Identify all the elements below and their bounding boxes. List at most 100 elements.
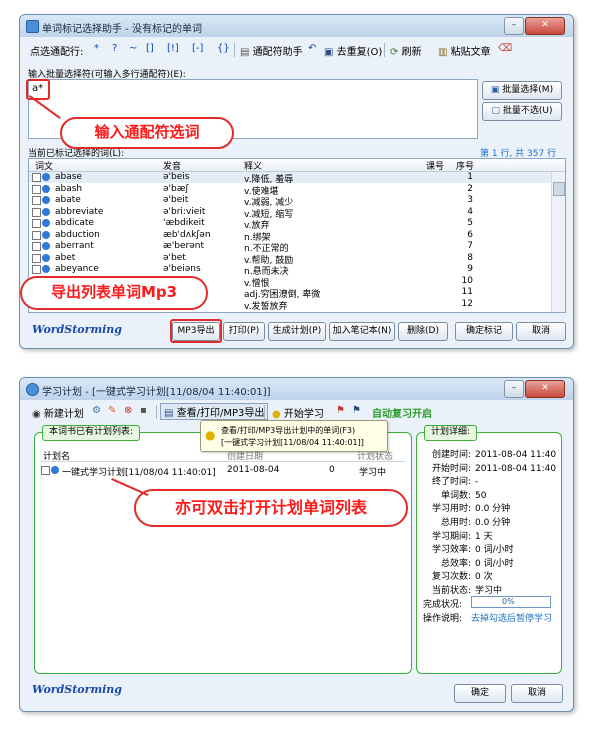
table-row[interactable]: abase ə'beis v.降低, 羞辱 1 (29, 172, 551, 185)
word-status-icon (42, 184, 50, 193)
cancel-button[interactable]: 取消 (516, 322, 566, 341)
table-row[interactable]: abate ə'beit v.减弱, 减少 3 (29, 195, 551, 208)
close-button[interactable]: ✕ (525, 17, 565, 35)
table-row[interactable]: aberrant æ'berənt n.不正常的 7 (29, 241, 551, 254)
tooltip-line-1: 查看/打印/MP3导出计划中的单词(F3) (221, 426, 356, 435)
add-notebook-button[interactable]: 加入笔记本(N) (329, 322, 395, 341)
row-index: 3 (467, 195, 473, 205)
list-header: 词文 发音 释义 课号 序号 (29, 159, 565, 172)
confirm-mark-button[interactable]: 确定标记 (455, 322, 513, 341)
flag-icon-2[interactable]: ⚑ (352, 405, 361, 416)
col-word[interactable]: 词文 (35, 159, 53, 172)
plan-name: 一键式学习计划[11/08/04 11:40:01] (62, 468, 216, 478)
wildcard-star[interactable]: * (94, 43, 99, 54)
col-index[interactable]: 序号 (456, 159, 474, 172)
row-index: 1 (467, 172, 473, 182)
plan-tool-icon-1[interactable]: ⚙ (92, 405, 101, 416)
cancel-button-2[interactable]: 取消 (511, 684, 563, 703)
row-word: abash (55, 183, 83, 194)
toolbar: 点选通配行: * ? ~ [] [!] [-] {} ▤ 通配符助手 ↶ ▣ 去… (26, 40, 566, 60)
table-row[interactable]: abeyance ə'beiəns n.悬而未决 9 (29, 264, 551, 277)
row-checkbox[interactable] (32, 207, 41, 217)
row-index: 2 (467, 183, 473, 194)
plan-status-icon (51, 466, 59, 474)
start-study-button[interactable]: ● 开始学习 (272, 405, 324, 420)
col-lesson[interactable]: 课号 (426, 159, 444, 172)
detail-row: 当前状态: 学习中 (423, 583, 502, 596)
row-phonetic: æ'berənt (163, 241, 205, 251)
minimize-button[interactable]: – (504, 17, 524, 35)
row-word: abate (55, 195, 81, 205)
plan-row[interactable]: 一键式学习计划[11/08/04 11:40:01] 2011-08-04 0 … (41, 465, 405, 478)
detail-row: 复习次数: 0 次 (423, 569, 493, 582)
generate-plan-button[interactable]: 生成计划(P) (268, 322, 326, 341)
title-bar-2[interactable]: 学习计划 - [一键式学习计划[11/08/04 11:40:01]] – ✕ (20, 378, 573, 400)
table-row[interactable]: abduction æb'dʌkʃən n.绑架 6 (29, 229, 551, 243)
new-plan-button[interactable]: ◉ 新建计划 (32, 405, 84, 420)
flag-icon-1[interactable]: ⚑ (336, 405, 345, 416)
table-row[interactable]: abet ə'bet v.帮助, 鼓励 8 (29, 253, 551, 266)
view-icon: ▤ (164, 408, 174, 419)
ok-button[interactable]: 确定 (454, 684, 506, 703)
wildcard-helper-button[interactable]: ▤ 通配符助手 (240, 43, 303, 58)
batch-unselect-icon: ▢ (491, 106, 500, 116)
batch-select-button[interactable]: ▣ 批量选择(M) (482, 81, 562, 100)
table-row[interactable]: abbreviate ə'bri:vieit v.减短, 缩写 4 (29, 207, 551, 220)
input-highlight (26, 79, 50, 100)
detail-key: 终了时间: (431, 477, 471, 488)
scroll-thumb[interactable] (553, 182, 565, 196)
row-index: 6 (467, 229, 473, 240)
progress-bar: 0% (471, 596, 551, 608)
wildcard-brackets[interactable]: [] (146, 43, 154, 54)
row-checkbox[interactable] (32, 242, 41, 251)
list-scrollbar[interactable] (551, 172, 565, 312)
row-word: abeyance (55, 264, 99, 274)
row-phonetic: ə'beis (163, 172, 190, 182)
row-checkbox[interactable] (32, 219, 41, 228)
table-row[interactable]: abdicate'æbdikeit v.放弃 5 (29, 218, 551, 231)
mp3-highlight (170, 319, 222, 343)
select-wildcard-label: 点选通配行: (30, 47, 84, 58)
col-phonetic[interactable]: 发音 (163, 159, 181, 172)
refresh-button[interactable]: ⟳ 刷新 (390, 43, 422, 58)
row-checkbox[interactable] (32, 173, 41, 182)
dedupe-icon: ▣ (324, 47, 334, 58)
row-word: aberrant (55, 241, 94, 251)
plan-status: 学习中 (359, 468, 387, 478)
close-button-2[interactable]: ✕ (525, 380, 565, 398)
clear-icon[interactable]: ⌫ (498, 43, 512, 54)
paste-button[interactable]: ▥ 粘贴文章 (438, 43, 491, 58)
plan-tool-icon-4[interactable]: ▪ (140, 405, 147, 416)
title-bar[interactable]: 单词标记选择助手 - 没有标记的单词 – ✕ (20, 15, 573, 37)
view-print-mp3-button[interactable]: ▤ 查看/打印/MP3导出 (160, 403, 269, 420)
plan-checkbox[interactable] (41, 466, 50, 475)
row-checkbox[interactable] (32, 265, 41, 274)
wildcard-not-brackets[interactable]: [!] (167, 43, 179, 54)
col-meaning[interactable]: 释义 (244, 159, 262, 172)
row-checkbox[interactable] (32, 184, 41, 194)
detail-row: 学习用时: 0.0 分钟 (423, 501, 510, 514)
delete-button[interactable]: 删除(D) (398, 322, 448, 341)
wildcard-range-brackets[interactable]: [-] (192, 43, 203, 54)
row-checkbox[interactable] (32, 230, 41, 240)
plan-tool-icon-2[interactable]: ✎ (108, 405, 116, 416)
undo-icon[interactable]: ↶ (308, 43, 316, 54)
detail-key: 学习效率: (431, 545, 471, 556)
print-button[interactable]: 打印(P) (223, 322, 265, 341)
auto-review-toggle[interactable]: 自动复习开启 (372, 405, 432, 420)
wildcard-braces[interactable]: {} (217, 43, 230, 54)
wildcard-tilde[interactable]: ~ (129, 43, 137, 54)
row-index: 7 (467, 241, 473, 251)
plan-tool-icon-3[interactable]: ⊗ (124, 405, 132, 416)
detail-value: 0 次 (475, 572, 493, 583)
dedupe-button[interactable]: ▣ 去重复(O) (324, 43, 382, 58)
hint-link[interactable]: 去掉勾选后暂停学习 (471, 611, 552, 624)
batch-unselect-button[interactable]: ▢ 批量不选(U) (482, 102, 562, 121)
row-checkbox[interactable] (32, 253, 41, 263)
minimize-button-2[interactable]: – (504, 380, 524, 398)
detail-value: 50 (475, 490, 487, 501)
col-plan-name[interactable]: 计划名 (43, 449, 70, 462)
table-row[interactable]: abash ə'bæʃ v.使难堪 2 (29, 183, 551, 197)
wildcard-question[interactable]: ? (112, 43, 117, 54)
row-checkbox[interactable] (32, 196, 41, 205)
